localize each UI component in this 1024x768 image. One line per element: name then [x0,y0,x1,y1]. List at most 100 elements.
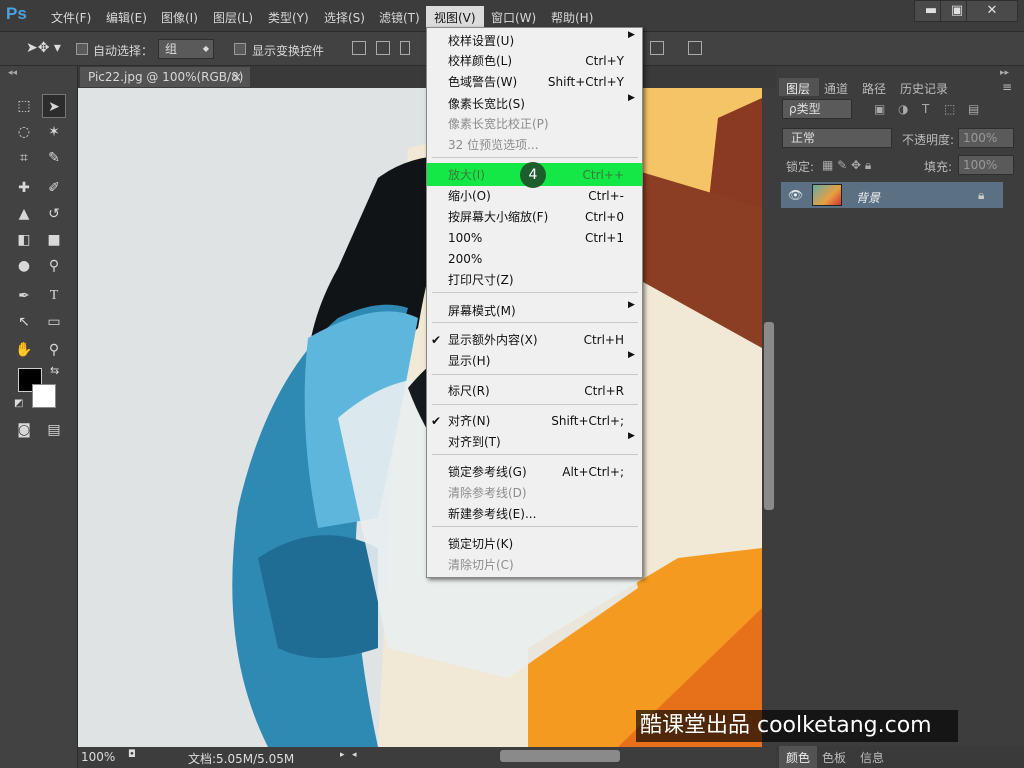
shape-tool-icon[interactable]: ▭ [42,310,66,334]
view-menu-item[interactable]: 打印尺寸(Z) [448,270,514,290]
document-tab[interactable]: Pic22.jpg @ 100%(RGB/8) × [80,67,250,87]
view-menu-item[interactable]: 标尺(R) [448,381,490,401]
view-menu-item[interactable]: 按屏幕大小缩放(F) [448,207,548,227]
vertical-scroll-thumb[interactable] [764,322,774,510]
menu-help[interactable]: 帮助(H) [551,9,593,26]
align-top-icon[interactable] [352,41,366,55]
lock-pixels-icon[interactable]: ▦ ✎ ✥ 🔒︎ [822,158,871,173]
view-menu-item[interactable]: 200% [448,249,482,269]
view-menu-item[interactable]: 锁定参考线(G) [448,462,527,482]
brush-tool-icon[interactable]: ✐ [42,176,66,200]
tab-paths[interactable]: 路径 [862,80,886,97]
view-menu-item[interactable]: 新建参考线(E)... [448,504,536,524]
close-window-button[interactable]: ✕ [966,0,1018,22]
blend-mode-dropdown[interactable]: 正常 [782,128,892,148]
crop-tool-icon[interactable]: ⌗ [12,146,36,170]
status-options-icon[interactable]: ◘ [128,749,136,760]
align-bottom-icon[interactable] [400,41,410,55]
path-select-tool-icon[interactable]: ↖ [12,310,36,334]
fill-label: 填充: [924,160,953,174]
pen-tool-icon[interactable]: ✒ [12,284,36,308]
view-menu-item[interactable]: 色域警告(W) [448,72,517,92]
status-arrow-icon[interactable]: ▸ [340,750,345,760]
history-brush-tool-icon[interactable]: ↺ [42,202,66,226]
menu-image[interactable]: 图像(I) [161,9,198,26]
menu-separator [432,292,638,293]
scroll-left-icon[interactable]: ◂ [352,750,357,760]
view-menu-item[interactable]: 显示(H) [448,351,490,371]
tab-channels[interactable]: 通道 [824,80,848,97]
document-canvas[interactable] [78,88,762,747]
tab-color[interactable]: 颜色 [786,749,810,766]
menu-layer[interactable]: 图层(L) [213,9,253,26]
swap-colors-icon[interactable]: ⇆ [50,364,59,377]
zoom-tool-icon[interactable]: ⚲ [42,338,66,362]
filter-smart-icon[interactable]: ▤ [968,102,979,116]
move-tool-icon[interactable]: ➤ [42,94,66,118]
filter-type-icon[interactable]: T [922,102,929,116]
align-vcenter-icon[interactable] [376,41,390,55]
menu-edit[interactable]: 编辑(E) [106,9,147,26]
auto-align-icon[interactable] [688,41,702,55]
opacity-field[interactable]: 100% [958,128,1014,148]
auto-select-dropdown[interactable]: 组 ◆ [158,39,214,59]
menu-type[interactable]: 类型(Y) [268,9,309,26]
lasso-tool-icon[interactable]: ◌ [12,120,36,144]
layer-name[interactable]: 背景 [856,189,880,206]
healing-tool-icon[interactable]: ✚ [12,176,36,200]
fill-field[interactable]: 100% [958,155,1014,175]
stamp-tool-icon[interactable]: ▲ [12,202,36,226]
close-tab-icon[interactable]: × [232,67,242,87]
menu-select[interactable]: 选择(S) [324,9,365,26]
screen-mode-icon[interactable]: ▤ [42,418,66,442]
menu-filter[interactable]: 滤镜(T) [379,9,420,26]
view-menu-item[interactable]: 校样颜色(L) [448,51,512,71]
view-menu-item[interactable]: 对齐(N) [448,411,490,431]
panel-expand-icon[interactable]: ▸▸ [1000,68,1009,78]
doc-size-info: 文档:5.05M/5.05M [188,752,295,766]
view-menu-item[interactable]: 像素长宽比(S) [448,94,525,114]
tab-history[interactable]: 历史记录 [900,80,948,97]
dodge-tool-icon[interactable]: ⚲ [42,254,66,278]
move-tool-preset-icon[interactable]: ➤✥ ▾ [26,40,61,56]
default-colors-icon[interactable]: ◩ [14,398,23,409]
background-color-swatch[interactable] [32,384,56,408]
filter-shape-icon[interactable]: ⬚ [944,102,955,116]
view-menu-item[interactable]: 100% [448,228,482,248]
eyedropper-tool-icon[interactable]: ✎ [42,146,66,170]
hand-tool-icon[interactable]: ✋ [12,338,36,362]
filter-adjust-icon[interactable]: ◑ [898,102,908,116]
tab-layers[interactable]: 图层 [786,80,810,97]
view-menu-item[interactable]: 屏幕模式(M) [448,301,516,321]
marquee-tool-icon[interactable]: ⬚ [12,94,36,118]
menu-file[interactable]: 文件(F) [51,9,91,26]
distribute-icon[interactable] [650,41,664,55]
view-menu-item[interactable]: 校样设置(U) [448,31,514,51]
type-tool-icon[interactable]: T [42,284,66,308]
view-menu-item[interactable]: 锁定切片(K) [448,534,513,554]
view-menu-item[interactable]: 缩小(O) [448,186,491,206]
magic-wand-tool-icon[interactable]: ✶ [42,120,66,144]
panel-menu-icon[interactable]: ≡ [1002,80,1012,94]
auto-select-checkbox[interactable] [76,43,88,55]
view-menu-item[interactable]: 显示额外内容(X) [448,330,538,350]
menu-shortcut: Ctrl++ [582,168,624,182]
layer-filter-dropdown[interactable]: ρ类型 [782,99,852,119]
horizontal-scroll-thumb[interactable] [500,750,620,762]
zoom-level[interactable]: 100% [81,750,115,764]
eraser-tool-icon[interactable]: ◧ [12,228,36,252]
gradient-tool-icon[interactable]: ■ [42,228,66,252]
filter-pixel-icon[interactable]: ▣ [874,102,885,116]
tab-swatches[interactable]: 色板 [822,749,846,766]
visibility-eye-icon[interactable]: 👁︎ [788,188,803,202]
view-menu-item[interactable]: 放大(I) [448,165,485,185]
view-menu-item: 像素长宽比校正(P) [448,117,549,131]
menu-view[interactable]: 视图(V) [434,9,476,26]
menu-window[interactable]: 窗口(W) [491,9,536,26]
blur-tool-icon[interactable]: ● [12,254,36,278]
show-transform-checkbox[interactable] [234,43,246,55]
view-menu-item[interactable]: 对齐到(T) [448,432,501,452]
quick-mask-icon[interactable]: ◙ [12,418,36,442]
collapse-icon[interactable]: ◂◂ [8,68,17,78]
tab-info[interactable]: 信息 [860,749,884,766]
